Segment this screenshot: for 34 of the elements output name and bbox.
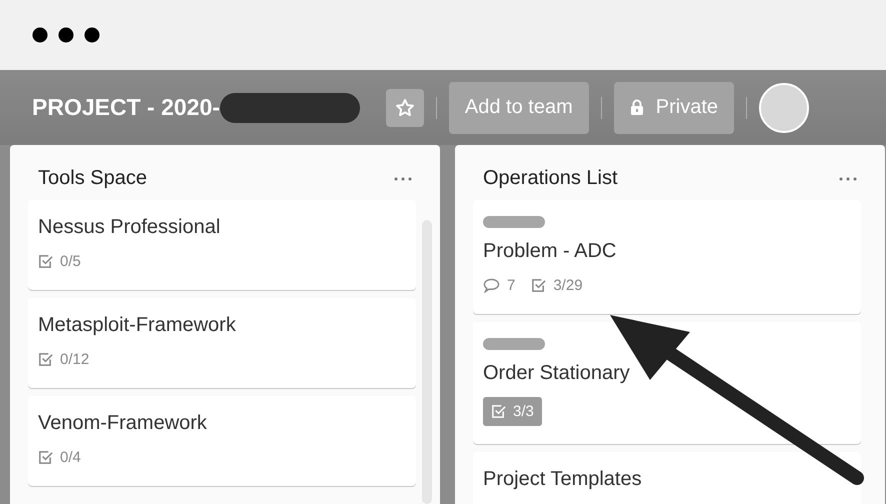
checklist-count: 0/12 bbox=[60, 351, 90, 368]
card[interactable]: Metasploit-Framework 0/12 bbox=[28, 298, 416, 388]
card[interactable]: Problem - ADC 7 3/29 bbox=[473, 200, 861, 314]
checklist-icon bbox=[531, 278, 546, 293]
dots-icon[interactable] bbox=[32, 27, 100, 43]
checklist-count: 3/3 bbox=[513, 403, 534, 420]
card-title: Nessus Professional bbox=[38, 216, 222, 239]
card[interactable]: Order Stationary 3/3 bbox=[473, 322, 861, 444]
star-button[interactable] bbox=[386, 88, 424, 126]
comment-count: 7 bbox=[507, 277, 516, 294]
comment-icon bbox=[483, 278, 500, 293]
card-title: Order Stationary bbox=[483, 362, 631, 385]
card[interactable]: Venom-Framework 0/4 bbox=[28, 396, 416, 486]
card-title: Problem - ADC bbox=[483, 240, 618, 263]
card-title: Metasploit-Framework bbox=[38, 314, 237, 337]
card[interactable]: Project Templates bbox=[473, 452, 861, 504]
card-title: Project Templates bbox=[483, 468, 643, 491]
star-icon bbox=[394, 98, 415, 118]
checklist-count: 0/5 bbox=[60, 253, 81, 270]
checklist-icon bbox=[38, 352, 53, 367]
checklist-icon bbox=[38, 254, 53, 269]
checklist-count: 3/29 bbox=[553, 277, 583, 294]
more-icon[interactable] bbox=[394, 176, 412, 180]
checklist-icon bbox=[491, 404, 506, 419]
list-title[interactable]: Operations List bbox=[483, 167, 618, 190]
board-title[interactable]: PROJECT - 2020- bbox=[32, 94, 220, 121]
avatar[interactable] bbox=[759, 82, 809, 132]
checklist-icon bbox=[38, 450, 53, 465]
lock-icon bbox=[630, 99, 644, 116]
card[interactable]: Nessus Professional 0/5 bbox=[28, 200, 416, 290]
card-title: Venom-Framework bbox=[38, 412, 208, 435]
more-icon[interactable] bbox=[839, 176, 857, 180]
list-title[interactable]: Tools Space bbox=[38, 167, 147, 190]
checklist-count: 0/4 bbox=[60, 449, 81, 466]
